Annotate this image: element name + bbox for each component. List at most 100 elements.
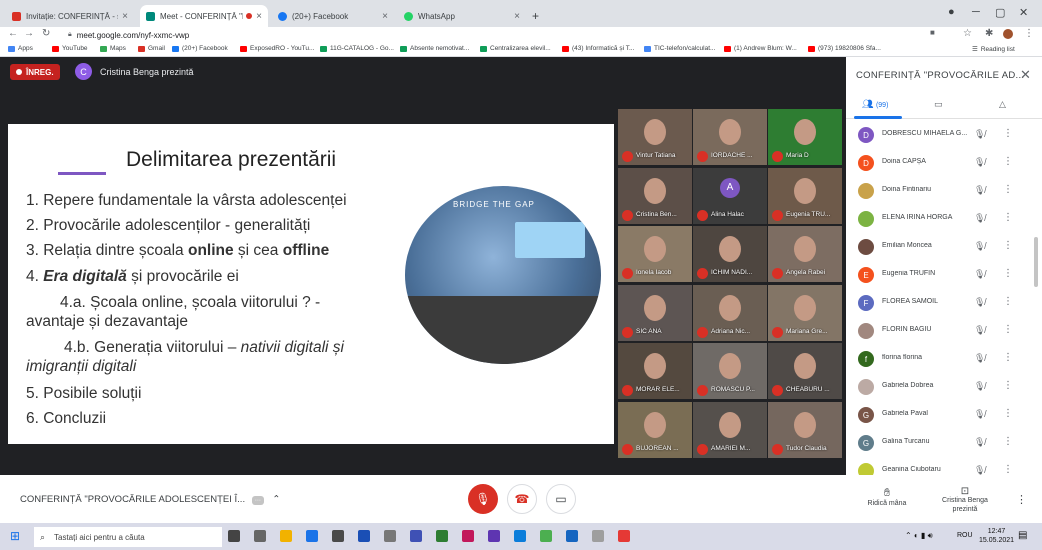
bookmark-item[interactable]: Absente nemotivat... (400, 45, 469, 52)
tab-activities[interactable]: △ (999, 99, 1006, 110)
notifications-icon[interactable]: ▤ (1018, 530, 1027, 541)
participant-tile[interactable]: SIC ANA (618, 284, 692, 341)
participant-tile[interactable]: Vintur Tatiana (618, 109, 692, 165)
participant-row[interactable]: E Eugenia TRUFIN 🎙︎̸ ⋮ (846, 261, 1036, 289)
tray-icons[interactable]: ⌃ ◐ ▮ 🔊︎ (905, 531, 933, 541)
more-options-icon[interactable]: ⋮ (1016, 493, 1027, 506)
photos-icon[interactable] (462, 530, 474, 542)
windows-start-icon[interactable]: ⊞ (10, 529, 20, 543)
bookmark-item[interactable]: (20+) Facebook (172, 45, 228, 52)
participant-row[interactable]: Gabriela Dobrea 🎙︎̸ ⋮ (846, 373, 1036, 401)
close-panel-icon[interactable]: ✕ (1020, 67, 1031, 83)
participant-tile[interactable]: A Alina Halac (693, 167, 767, 224)
mic-off-icon[interactable]: 🎙︎̸ (974, 269, 985, 280)
close-icon[interactable]: × (256, 11, 262, 22)
mic-off-icon[interactable]: 🎙︎̸ (974, 325, 985, 336)
participant-row[interactable]: FLORIN BAGIU 🎙︎̸ ⋮ (846, 317, 1036, 345)
widgets-icon[interactable] (254, 530, 266, 542)
menu-icon[interactable]: ⋮ (1024, 28, 1034, 39)
tab-people[interactable]: 👥︎ (99) (862, 99, 888, 110)
participant-tile[interactable]: BUJOREAN ... (618, 401, 692, 458)
participant-row[interactable]: F FLOREA SAMOIL 🎙︎̸ ⋮ (846, 289, 1036, 317)
recording-badge[interactable]: ÎNREG. (10, 64, 60, 80)
more-options-icon[interactable]: ⋮ (1003, 464, 1013, 475)
file-explorer-icon[interactable] (280, 530, 292, 542)
back-icon[interactable]: ← (8, 28, 18, 39)
participant-tile[interactable]: Adriana Nic... (693, 284, 767, 341)
more-options-icon[interactable]: ⋮ (1003, 128, 1013, 139)
edge-icon[interactable] (514, 530, 526, 542)
taskbar-search-input[interactable]: ⌕ Tastați aici pentru a căuta (34, 527, 222, 547)
mic-off-icon[interactable]: 🎙︎̸ (974, 297, 985, 308)
bookmark-item[interactable]: Maps (100, 45, 126, 52)
minimize-icon[interactable]: ─ (972, 6, 980, 18)
excel-icon[interactable] (436, 530, 448, 542)
bookmark-item[interactable]: YouTube (52, 45, 88, 52)
reading-list-button[interactable]: ☰ Reading list (972, 45, 1015, 54)
bookmark-item[interactable]: ExposedRO - YouTu... (240, 45, 314, 52)
avatar[interactable] (1003, 29, 1013, 39)
mic-off-icon[interactable]: 🎙︎̸ (974, 353, 985, 364)
bookmark-item[interactable]: (973) 19820806 Sfa... (808, 45, 881, 52)
participant-row[interactable]: Emilian Moncea 🎙︎̸ ⋮ (846, 233, 1036, 261)
participant-tile[interactable]: ROMASCU P... (693, 343, 767, 399)
new-tab-button[interactable]: + (530, 5, 546, 27)
meeting-title[interactable]: CONFERINȚĂ "PROVOCĂRILE ADOLESCENȚEI Î..… (20, 494, 280, 505)
participant-tile[interactable]: ICHIM NADI... (693, 226, 767, 282)
participant-tile[interactable]: Cristina Ben... (618, 167, 692, 224)
more-options-icon[interactable]: ⋮ (1003, 408, 1013, 419)
more-options-icon[interactable]: ⋮ (1003, 324, 1013, 335)
more-options-icon[interactable]: ⋮ (1003, 436, 1013, 447)
task-view-icon[interactable] (228, 530, 240, 542)
mic-off-icon[interactable]: 🎙︎̸ (974, 409, 985, 420)
chrome-icon[interactable] (618, 530, 630, 542)
mail-icon[interactable] (332, 530, 344, 542)
language-indicator[interactable]: ROU (957, 532, 973, 539)
more-options-icon[interactable]: ⋮ (1003, 212, 1013, 223)
store-icon[interactable] (306, 530, 318, 542)
participant-tile[interactable]: Maria D (768, 109, 842, 165)
close-icon[interactable]: × (122, 11, 128, 22)
more-options-icon[interactable]: ⋮ (1003, 380, 1013, 391)
forward-icon[interactable]: → (24, 28, 34, 39)
mic-off-icon[interactable]: 🎙︎̸ (974, 381, 985, 392)
participant-tile[interactable]: Eugenia TRU... (768, 167, 842, 224)
participant-tile[interactable]: AMARIEI M... (693, 401, 767, 458)
close-icon[interactable]: × (514, 11, 520, 22)
bookmark-item[interactable]: Gmail (138, 45, 165, 52)
leave-call-button[interactable]: ☎︎ (507, 484, 537, 514)
profile-menu-icon[interactable]: ● (948, 6, 955, 18)
participant-row[interactable]: G Galina Turcanu 🎙︎̸ ⋮ (846, 429, 1036, 457)
paint-icon[interactable] (488, 530, 500, 542)
participant-row[interactable]: D DOBRESCU MIHAELA G... 🎙︎̸ ⋮ (846, 121, 1036, 149)
participant-tile[interactable]: Ionela Iacob (618, 226, 692, 282)
tab-chat[interactable]: ▭ (934, 99, 943, 110)
participant-row[interactable]: f florina florina 🎙︎̸ ⋮ (846, 345, 1036, 373)
bookmark-item[interactable]: Apps (8, 45, 33, 52)
participant-tile[interactable]: Tudor Claudia (768, 401, 842, 458)
maximize-icon[interactable]: ▢ (995, 6, 1005, 19)
participant-tile[interactable]: Mariana Gre... (768, 284, 842, 341)
camera-toggle-button[interactable]: ▭ (546, 484, 576, 514)
participant-row[interactable]: D Doina CAPȘA 🎙︎̸ ⋮ (846, 149, 1036, 177)
more-options-icon[interactable]: ⋮ (1003, 240, 1013, 251)
settings-icon[interactable] (384, 530, 396, 542)
tools-icon[interactable] (592, 530, 604, 542)
bookmark-item[interactable]: Centralizarea elevil... (480, 45, 551, 52)
more-options-icon[interactable]: ⋮ (1003, 296, 1013, 307)
mic-off-icon[interactable]: 🎙︎̸ (974, 129, 985, 140)
taskbar-clock[interactable]: 12:47 15.05.2021 (979, 527, 1014, 545)
participant-tile[interactable]: CHEABURU ... (768, 343, 842, 399)
word-icon[interactable] (358, 530, 370, 542)
participant-tile[interactable]: IORDACHE ... (693, 109, 767, 165)
url-field[interactable]: 🔒︎ meet.google.com/nyf-xxmc-vwp (62, 28, 920, 42)
scrollbar[interactable] (1034, 237, 1038, 287)
mic-toggle-button[interactable]: 🎙︎ (468, 484, 498, 514)
participant-row[interactable]: Doina Fintinariu 🎙︎̸ ⋮ (846, 177, 1036, 205)
tab-invitation[interactable]: Invitație: CONFERINȚĂ - sâm. 15 ... × (6, 5, 134, 27)
bookmark-item[interactable]: (43) Informatică și T... (562, 45, 634, 52)
calculator-icon[interactable] (410, 530, 422, 542)
participant-tile[interactable]: Angela Rabei (768, 226, 842, 282)
tab-meet[interactable]: Meet - CONFERINȚĂ "PROVO... × (140, 5, 268, 27)
participant-row[interactable]: G Gabriela Paval 🎙︎̸ ⋮ (846, 401, 1036, 429)
